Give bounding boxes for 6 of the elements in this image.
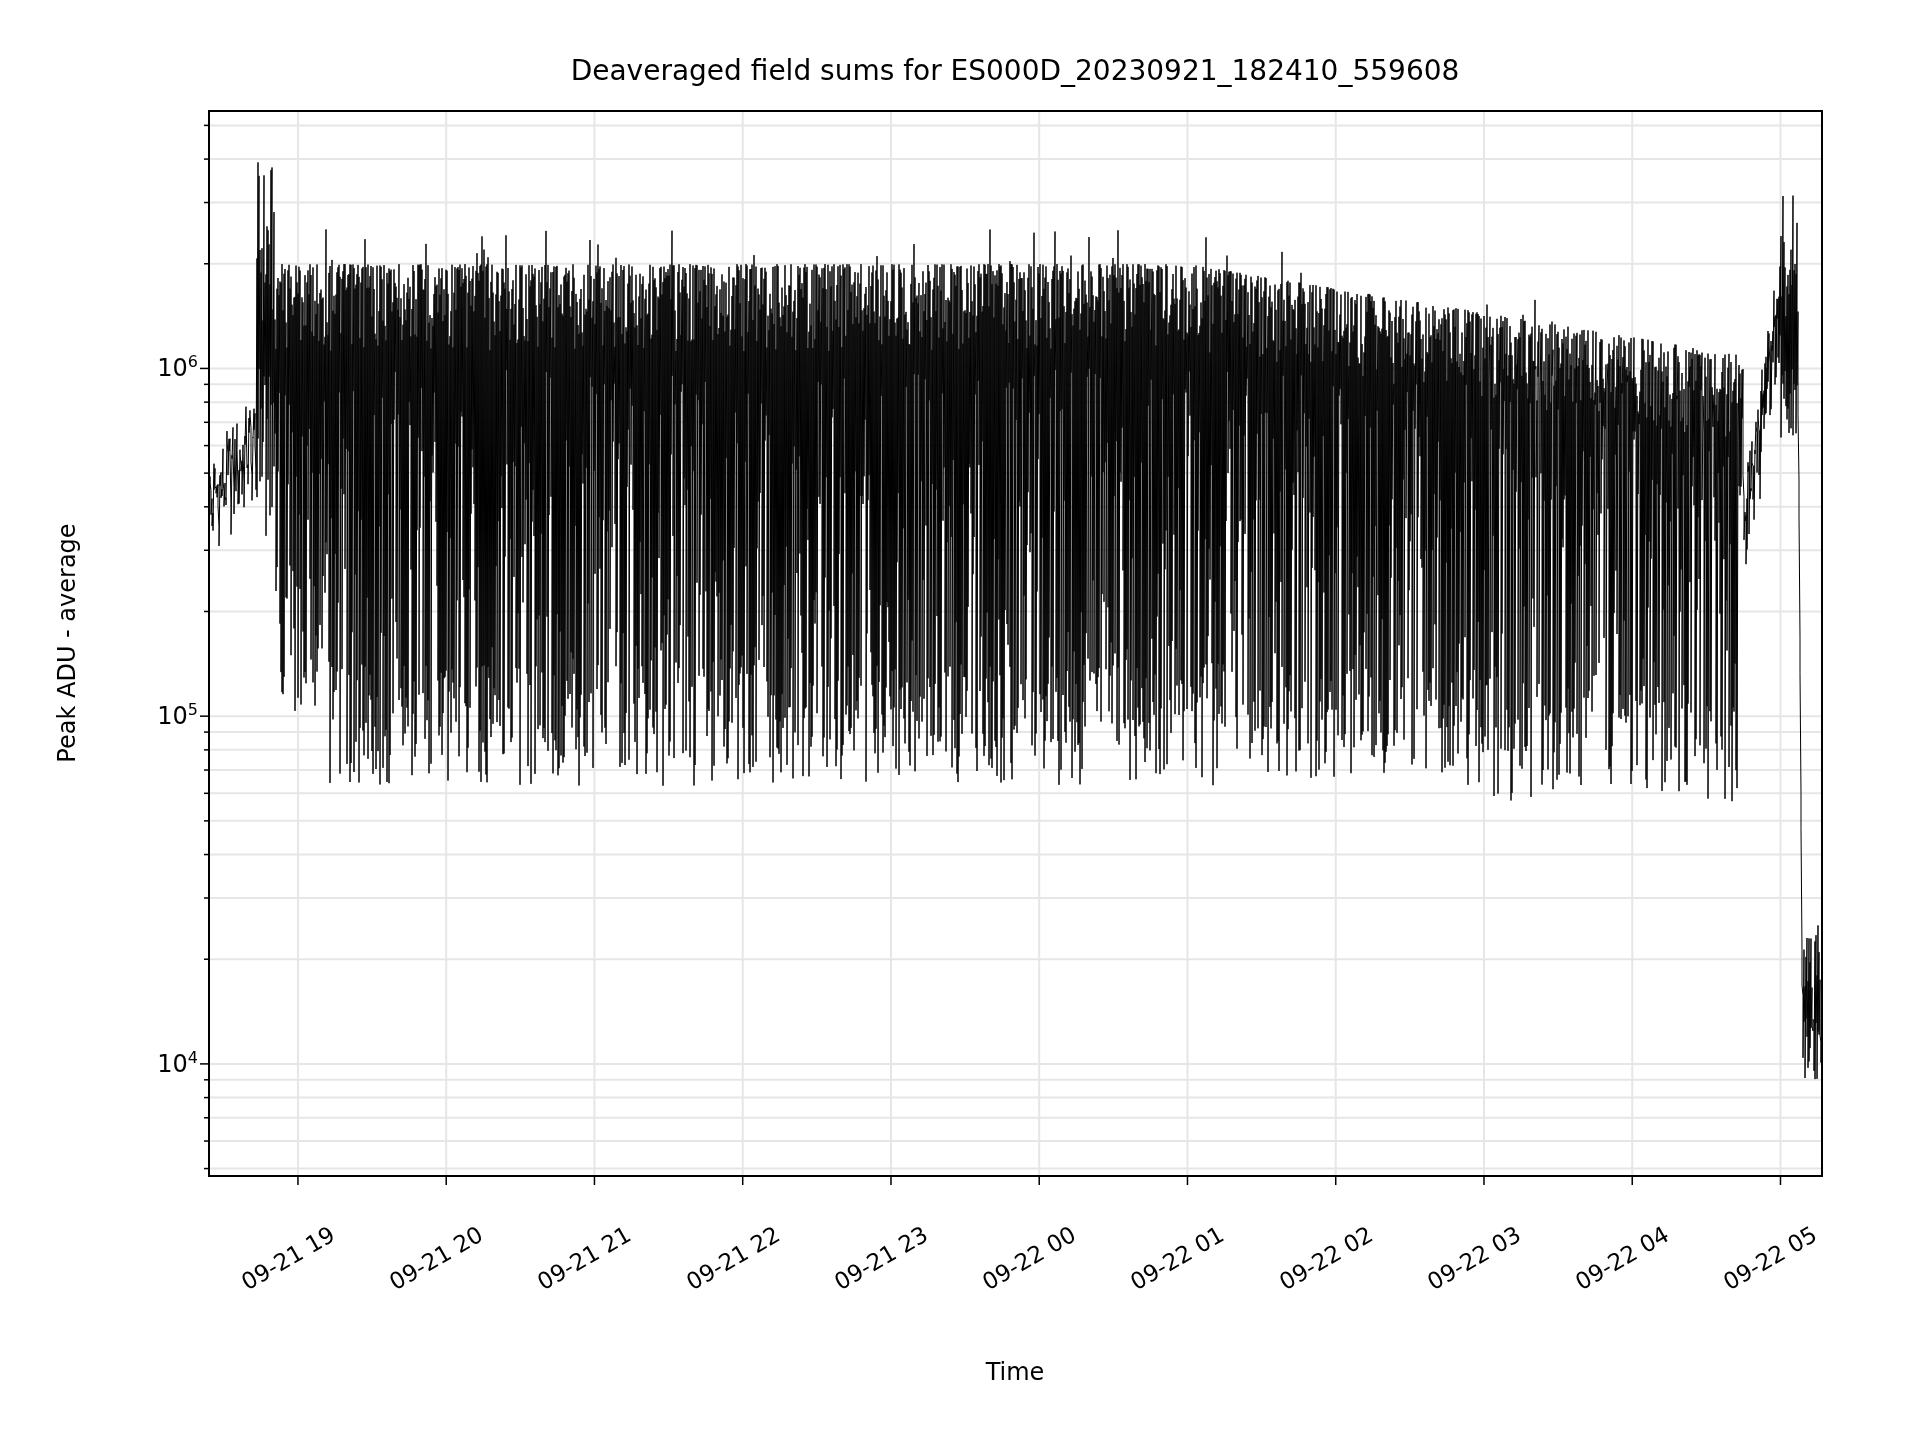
y-tick-label: 10$^{5}$	[157, 699, 198, 730]
chart-title: Deaveraged field sums for ES000D_20230921_182410_559608	[570, 54, 1460, 87]
x-axis-label: Time	[985, 1358, 1045, 1386]
y-tick-label: 10$^{6}$	[157, 351, 198, 382]
y-axis-label: Peak ADU - average	[53, 523, 81, 763]
y-tick-label: 10$^{4}$	[157, 1047, 198, 1078]
